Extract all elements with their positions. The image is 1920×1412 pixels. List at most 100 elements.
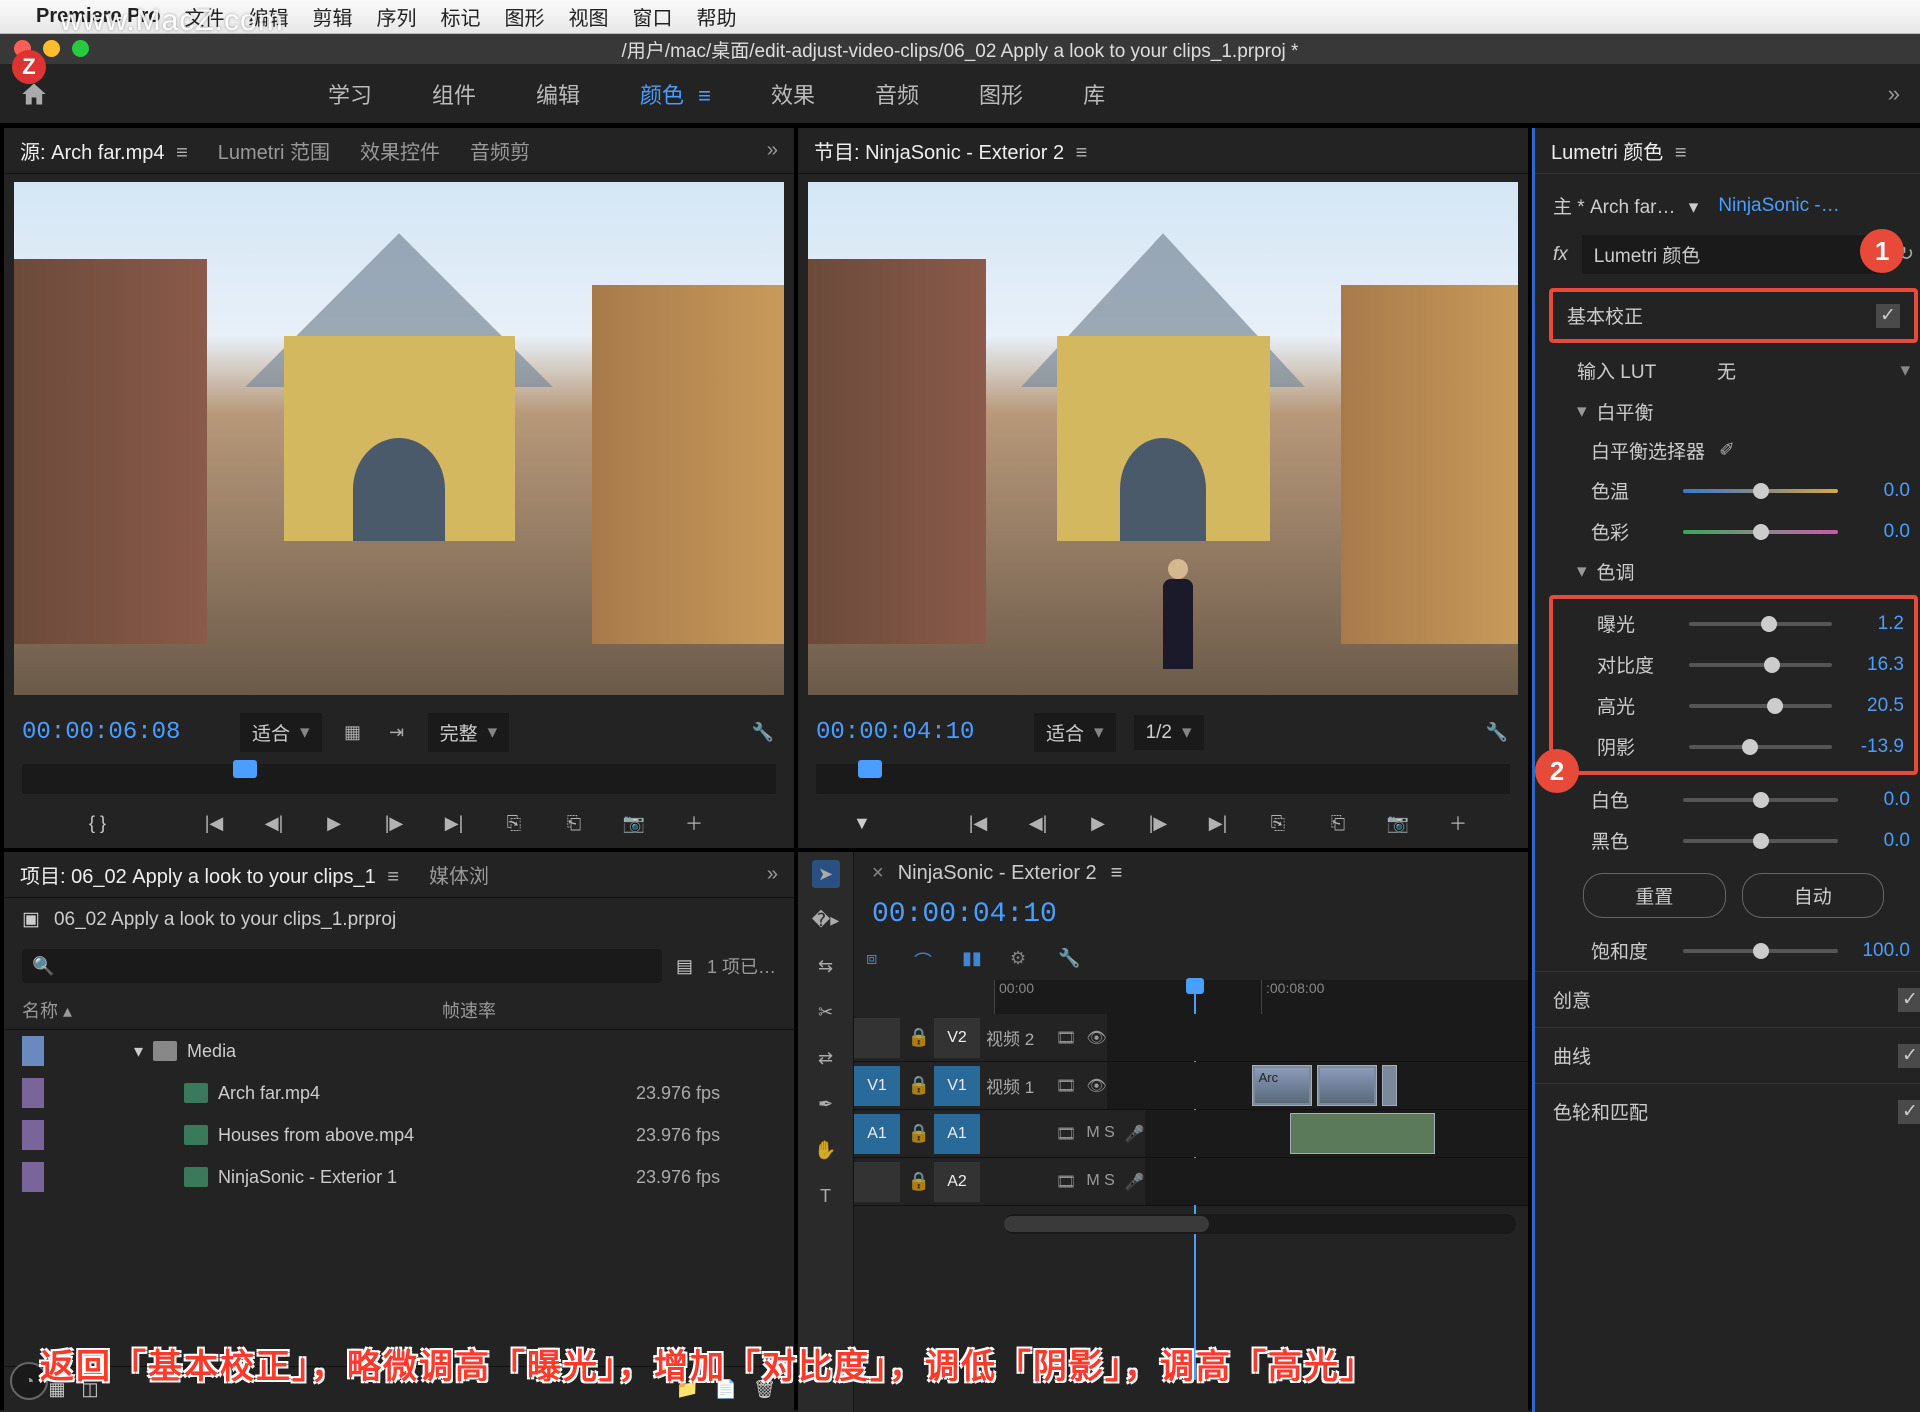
a2-target[interactable]: A2 (934, 1162, 980, 1202)
a2-source-patch[interactable] (854, 1162, 900, 1202)
project-row-folder[interactable]: ▾ Media (4, 1030, 794, 1072)
selection-tool-icon[interactable]: ➤ (812, 860, 840, 888)
eyedropper-icon[interactable]: ✐ (1719, 439, 1735, 462)
go-in-icon[interactable]: |◀ (199, 808, 229, 838)
v1-source-patch[interactable]: V1 (854, 1066, 900, 1106)
lock-icon[interactable]: 🔒 (904, 1027, 934, 1048)
menu-marker[interactable]: 标记 (441, 2, 481, 31)
lumetri-clip-select[interactable]: 主 * Arch far… ▾ (1553, 192, 1706, 219)
program-preview[interactable] (808, 182, 1518, 695)
fx-badge-icon[interactable]: fx (1553, 244, 1568, 266)
insert-icon[interactable]: ⎘ (499, 808, 529, 838)
temp-slider[interactable] (1683, 489, 1838, 493)
lumetri-fx-name[interactable]: Lumetri 颜色 1 (1582, 235, 1884, 274)
exposure-value[interactable]: 1.2 (1844, 613, 1904, 635)
blacks-slider[interactable] (1683, 839, 1838, 843)
col-name-header[interactable]: 名称 ▴ (22, 997, 442, 1023)
tint-slider[interactable] (1683, 530, 1838, 534)
tab-audio-clip[interactable]: 音频剪 (470, 136, 530, 165)
v1-target[interactable]: V1 (934, 1066, 980, 1106)
a1-target[interactable]: A1 (934, 1114, 980, 1154)
lift-icon[interactable]: ⎘ (1263, 808, 1293, 838)
settings-icon[interactable]: ⚙ (1010, 948, 1034, 972)
saturation-slider[interactable] (1683, 949, 1838, 953)
creative-checkbox[interactable]: ✓ (1898, 988, 1920, 1012)
dropdown-icon[interactable]: ▾ (1900, 359, 1910, 382)
program-timecode[interactable]: 00:00:04:10 (816, 719, 1016, 746)
add-marker-icon[interactable]: ▼ (853, 813, 933, 834)
menu-graphics[interactable]: 图形 (505, 2, 545, 31)
ws-graphics[interactable]: 图形 (979, 78, 1023, 110)
export-frame-icon[interactable]: 📷 (619, 808, 649, 838)
step-back-icon[interactable]: ◀| (1023, 808, 1053, 838)
highlights-value[interactable]: 20.5 (1844, 695, 1904, 717)
menu-sequence[interactable]: 序列 (377, 2, 417, 31)
timeline-timecode[interactable]: 00:00:04:10 (854, 895, 1528, 940)
play-icon[interactable]: ▶ (1083, 808, 1113, 838)
go-in-icon[interactable]: |◀ (963, 808, 993, 838)
tab-media-browser[interactable]: 媒体浏 (429, 860, 489, 889)
contrast-slider[interactable] (1689, 663, 1832, 667)
razor-tool-icon[interactable]: ✂ (812, 998, 840, 1026)
source-preview[interactable] (14, 182, 784, 695)
program-scrub-bar[interactable] (816, 764, 1510, 794)
program-wrench-icon[interactable]: 🔧 (1484, 722, 1510, 744)
v2-source-patch[interactable] (854, 1018, 900, 1058)
ws-editing[interactable]: 编辑 (536, 78, 580, 110)
timeline-clip[interactable] (1317, 1065, 1377, 1106)
menu-clip[interactable]: 剪辑 (313, 2, 353, 31)
source-settings-icon[interactable]: ▦ (340, 722, 366, 744)
step-fwd-icon[interactable]: |▶ (1143, 808, 1173, 838)
tab-project[interactable]: 项目: 06_02 Apply a look to your clips_1 ≡ (20, 860, 399, 889)
eye-icon[interactable]: 👁 (1086, 1076, 1106, 1096)
basic-correction-checkbox[interactable]: ✓ (1876, 304, 1900, 328)
timeline-audio-clip[interactable] (1290, 1113, 1435, 1154)
mute-icon[interactable]: 🎞 (1056, 1124, 1076, 1144)
reset-button[interactable]: 重置 (1583, 873, 1726, 918)
pen-tool-icon[interactable]: ✒ (812, 1090, 840, 1118)
lock-icon[interactable]: 🔒 (904, 1171, 934, 1192)
tab-lumetri-scopes[interactable]: Lumetri 范围 (218, 136, 330, 165)
tint-value[interactable]: 0.0 (1850, 521, 1910, 543)
tab-source[interactable]: 源: Arch far.mp4 ≡ (20, 136, 188, 165)
panel-menu-icon[interactable]: ≡ (1076, 142, 1088, 164)
saturation-value[interactable]: 100.0 (1850, 940, 1910, 962)
hand-tool-icon[interactable]: ✋ (812, 1136, 840, 1164)
add-button-icon[interactable]: ＋ (679, 808, 709, 838)
source-timecode[interactable]: 00:00:06:08 (22, 719, 222, 746)
ws-audio[interactable]: 音频 (875, 78, 919, 110)
go-out-icon[interactable]: ▶| (1203, 808, 1233, 838)
tabs-overflow-icon[interactable]: » (767, 139, 778, 162)
program-res-select[interactable]: 1/2▾ (1134, 715, 1204, 750)
timeline-scrollbar[interactable] (1004, 1214, 1516, 1234)
toggle-output-icon[interactable]: 🎞 (1056, 1076, 1076, 1096)
source-res-select[interactable]: 完整▾ (428, 713, 510, 752)
panel-menu-icon[interactable]: ≡ (387, 866, 399, 888)
tab-effect-controls[interactable]: 效果控件 (360, 136, 440, 165)
mic-icon[interactable]: 🎤 (1125, 1124, 1145, 1144)
snap-icon[interactable]: ⧈ (866, 948, 890, 972)
project-search-input[interactable]: 🔍 (22, 949, 662, 983)
toggle-output-icon[interactable]: 🎞 (1056, 1028, 1076, 1048)
twirl-icon[interactable]: ▾ (1577, 560, 1587, 583)
panel-menu-icon[interactable]: ≡ (1111, 862, 1123, 885)
type-tool-icon[interactable]: T (812, 1182, 840, 1210)
project-row-clip[interactable]: Arch far.mp423.976 fps (4, 1072, 794, 1114)
wheels-accordion[interactable]: 色轮和匹配✓ (1535, 1083, 1920, 1139)
step-back-icon[interactable]: ◀| (259, 808, 289, 838)
lumetri-sequence-link[interactable]: NinjaSonic -… (1718, 195, 1839, 217)
eye-icon[interactable]: 👁 (1086, 1028, 1106, 1048)
linked-selection-icon[interactable]: ⌒ (914, 948, 938, 972)
export-frame-icon[interactable]: 📷 (1383, 808, 1413, 838)
curves-checkbox[interactable]: ✓ (1898, 1044, 1920, 1068)
program-fit-select[interactable]: 适合▾ (1034, 713, 1116, 752)
source-wrench-icon[interactable]: 🔧 (750, 722, 776, 744)
ws-effects[interactable]: 效果 (771, 78, 815, 110)
menu-help[interactable]: 帮助 (697, 2, 737, 31)
bin-icon[interactable]: ▣ (22, 908, 40, 931)
menu-window[interactable]: 窗口 (633, 2, 673, 31)
temp-value[interactable]: 0.0 (1850, 480, 1910, 502)
menu-view[interactable]: 视图 (569, 2, 609, 31)
marker-icon[interactable]: ▮▮ (962, 948, 986, 972)
whites-slider[interactable] (1683, 798, 1838, 802)
